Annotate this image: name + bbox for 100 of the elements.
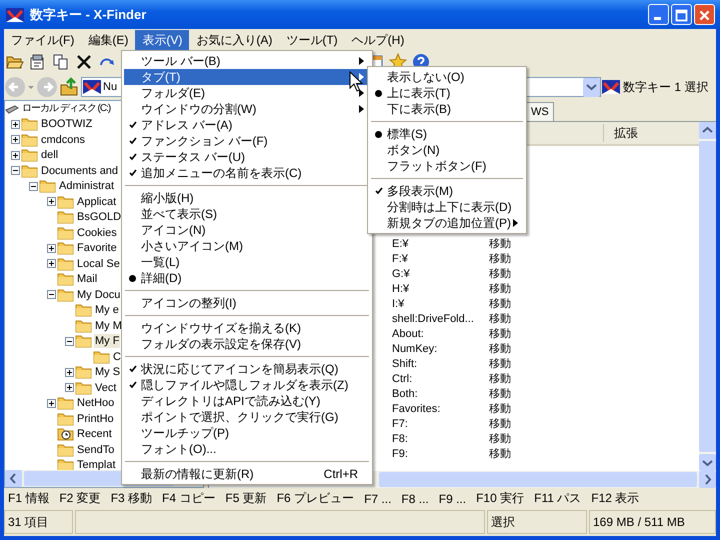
expand-icon[interactable] <box>11 135 20 144</box>
expand-icon[interactable] <box>11 120 20 129</box>
close-button[interactable] <box>694 4 715 25</box>
menu-item[interactable]: 状況に応じてアイコンを簡易表示(Q) <box>124 361 370 377</box>
menu-bar-item[interactable]: お気に入り(A) <box>189 30 280 50</box>
menu-item[interactable]: ウインドウの分割(W) <box>124 101 370 117</box>
menu-item[interactable]: フォルダの表示設定を保存(V) <box>124 336 370 352</box>
tree-item[interactable]: Favorite <box>76 241 118 256</box>
menu-item[interactable]: 一覧(L) <box>124 254 370 270</box>
tree-item[interactable]: C <box>112 350 122 364</box>
collapse-icon[interactable] <box>65 336 74 346</box>
menu-item[interactable]: ボタン(N) <box>370 142 524 158</box>
maximize-button[interactable] <box>671 4 692 25</box>
menu-item[interactable]: フラットボタン(F) <box>370 158 524 174</box>
menu-item[interactable]: 多段表示(M) <box>370 183 524 199</box>
menu-item[interactable]: 表示しない(O) <box>370 69 524 85</box>
expand-icon[interactable] <box>47 244 56 253</box>
menu-item[interactable]: 新規タブの追加位置(P) <box>370 215 524 231</box>
menu-item[interactable]: ディレクトリはAPIで読み込む(Y) <box>124 393 370 409</box>
function-key-button[interactable]: F3 移動 <box>106 489 156 508</box>
minimize-button[interactable] <box>648 4 669 25</box>
expand-icon[interactable] <box>65 368 74 377</box>
menu-item[interactable]: フォント(O)... <box>124 441 370 457</box>
function-key-button[interactable]: F10 実行 <box>472 489 528 508</box>
tree-item[interactable]: Vect <box>94 380 118 395</box>
expand-icon[interactable] <box>65 383 74 392</box>
menu-item[interactable]: ツール バー(B) <box>124 53 370 69</box>
scroll-right-icon[interactable] <box>699 471 716 488</box>
collapse-icon[interactable] <box>29 182 38 191</box>
scroll-down-icon[interactable] <box>699 454 716 471</box>
menu-item[interactable]: 上に表示(T) <box>370 85 524 101</box>
menu-item[interactable]: 下に表示(B) <box>370 101 524 117</box>
function-key-button[interactable]: F1 情報 <box>4 489 54 508</box>
menu-item[interactable]: 詳細(D) <box>124 270 370 286</box>
menu-item[interactable]: 並べて表示(S) <box>124 206 370 222</box>
collapse-icon[interactable] <box>47 290 56 300</box>
menu-item[interactable]: ポイントで選択、クリックで実行(G) <box>124 409 370 425</box>
menu-item[interactable]: 追加メニューの名前を表示(C) <box>124 165 370 181</box>
scroll-up-icon[interactable] <box>699 122 716 139</box>
tree-item[interactable]: My e <box>94 303 120 318</box>
tree-item[interactable]: My S <box>94 365 122 380</box>
menu-bar-item[interactable]: 編集(E) <box>81 30 136 50</box>
tree-item[interactable]: Recent <box>76 427 113 442</box>
menu-bar-item[interactable]: ヘルプ(H) <box>344 30 412 50</box>
menu-item[interactable]: 小さいアイコン(M) <box>124 238 370 254</box>
tree-item[interactable]: BsGOLD <box>76 210 122 224</box>
tree-item[interactable]: cmdcons <box>40 132 86 147</box>
menu-item[interactable]: フォルダ(E) <box>124 85 370 101</box>
tree-item[interactable]: Cookies <box>76 226 118 240</box>
scroll-left-icon[interactable] <box>5 470 22 487</box>
column-header[interactable]: 拡張 <box>603 124 638 142</box>
tree-item[interactable]: ローカル ディスク (C:) <box>21 102 112 116</box>
menu-item[interactable]: ステータス バー(U) <box>124 149 370 165</box>
tab[interactable]: WS <box>526 102 554 121</box>
tree-item[interactable]: Applicat <box>76 194 118 209</box>
menu-item[interactable]: 標準(S) <box>370 126 524 142</box>
menu-item[interactable]: 縮小版(H) <box>124 190 370 206</box>
tree-item[interactable]: PrintHo <box>76 412 115 426</box>
menu-item[interactable]: アドレス バー(A) <box>124 117 370 133</box>
tree-item[interactable]: SendTo <box>76 442 116 457</box>
menu-item[interactable]: 最新の情報に更新(R) Ctrl+R <box>124 466 370 482</box>
tree-item[interactable]: My F <box>94 334 120 348</box>
up-folder-icon[interactable] <box>59 77 79 97</box>
tree-item[interactable]: NetHoo <box>76 396 116 410</box>
function-key-button[interactable]: F7 ... <box>360 490 396 506</box>
function-key-button[interactable]: F8 ... <box>397 490 433 506</box>
expand-icon[interactable] <box>47 398 56 408</box>
expand-icon[interactable] <box>47 259 56 268</box>
menu-item[interactable]: ツールチップ(P) <box>124 425 370 441</box>
menu-item[interactable]: 分割時は上下に表示(D) <box>370 199 524 215</box>
delete-icon[interactable] <box>75 53 93 71</box>
function-key-button[interactable]: F2 変更 <box>55 489 105 508</box>
menu-bar-item[interactable]: 表示(V) <box>135 30 190 50</box>
expand-icon[interactable] <box>11 150 20 160</box>
tree-item[interactable]: My Docu <box>76 288 122 302</box>
tree-item[interactable]: dell <box>40 148 60 162</box>
function-key-button[interactable]: F9 ... <box>434 490 470 506</box>
menu-bar-item[interactable]: ツール(T) <box>279 30 345 50</box>
menu-bar-item[interactable]: ファイル(F) <box>4 30 82 50</box>
function-key-button[interactable]: F4 コピー <box>158 489 220 508</box>
tree-item[interactable]: Mail <box>76 272 98 286</box>
copy-icon[interactable] <box>52 53 70 71</box>
tree-item[interactable]: My M <box>94 318 123 333</box>
tree-item[interactable]: BOOTWIZ <box>40 117 94 132</box>
menu-item[interactable]: アイコンの整列(I) <box>124 295 370 311</box>
menu-item[interactable]: ファンクション バー(F) <box>124 133 370 149</box>
scrollbar[interactable] <box>699 122 716 471</box>
dropdown-button-icon[interactable] <box>583 78 600 96</box>
menu-item[interactable]: アイコン(N) <box>124 222 370 238</box>
collapse-icon[interactable] <box>11 166 20 176</box>
function-key-button[interactable]: F6 プレビュー <box>272 489 358 508</box>
tree-item[interactable]: Documents and <box>40 164 120 178</box>
function-key-button[interactable]: F12 表示 <box>587 489 644 508</box>
function-key-button[interactable]: F5 更新 <box>221 489 271 508</box>
menu-item[interactable]: タブ(T) <box>124 69 370 85</box>
tree-item[interactable]: Local Se <box>76 256 121 271</box>
menu-item[interactable]: ウインドウサイズを揃える(K) <box>124 320 370 336</box>
menu-item[interactable]: 隠しファイルや隠しフォルダを表示(Z) <box>124 377 370 393</box>
expand-icon[interactable] <box>47 197 56 206</box>
function-key-button[interactable]: F11 パス <box>530 489 586 508</box>
